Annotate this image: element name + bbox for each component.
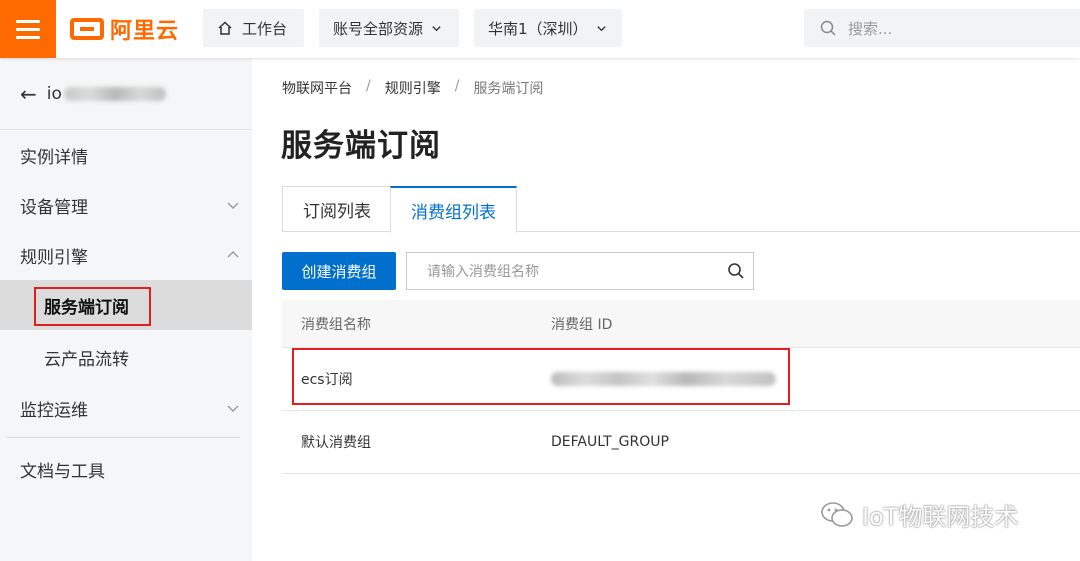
chevron-down-icon: [227, 405, 239, 412]
watermark-text: IoT物联网技术: [862, 503, 1019, 531]
table-header: 消费组名称 消费组 ID: [282, 300, 1080, 348]
menu-icon[interactable]: [0, 0, 56, 58]
consumer-group-search-input[interactable]: 请输入消费组名称: [406, 252, 754, 290]
sidebar: ← io 实例详情 设备管理 规则引擎 服务端订阅 云产品流转 监控运维 文档与…: [0, 58, 252, 561]
watermark: IoT物联网技术: [820, 497, 1018, 532]
sidebar-item-label: 监控运维: [20, 400, 88, 421]
chevron-down-icon: [432, 25, 441, 31]
workbench-label: 工作台: [242, 19, 288, 38]
divider: [6, 437, 240, 438]
sidebar-item-rule-engine[interactable]: 规则引擎: [0, 230, 252, 280]
global-search-input[interactable]: 搜索...: [804, 9, 1080, 47]
column-header-id: 消费组 ID: [551, 316, 613, 333]
logo-icon: [70, 18, 104, 40]
sidebar-item-monitoring[interactable]: 监控运维: [0, 383, 252, 433]
top-bar: 阿里云 工作台 账号全部资源 华南1（深圳） 搜索...: [0, 0, 1080, 58]
global-search-placeholder: 搜索...: [848, 19, 893, 38]
chevron-down-icon: [227, 202, 239, 209]
tab-subscription-list[interactable]: 订阅列表: [282, 186, 392, 232]
sidebar-item-data-forwarding[interactable]: 云产品流转: [0, 332, 252, 382]
column-header-name: 消费组名称: [301, 316, 371, 333]
search-icon[interactable]: [727, 262, 745, 280]
breadcrumb-separator: /: [366, 78, 371, 94]
back-arrow-icon: ←: [20, 81, 37, 106]
logo-text: 阿里云: [110, 19, 180, 44]
chevron-down-icon: [596, 25, 606, 31]
create-consumer-group-button[interactable]: 创建消费组: [282, 252, 396, 290]
workbench-button[interactable]: 工作台: [203, 9, 304, 47]
sidebar-item-label: 云产品流转: [44, 349, 129, 370]
sidebar-item-label: 文档与工具: [20, 461, 105, 482]
breadcrumb-current: 服务端订阅: [473, 81, 544, 97]
sidebar-item-label: 实例详情: [20, 147, 88, 168]
tab-label: 消费组列表: [411, 202, 496, 223]
search-icon: [820, 20, 836, 36]
region-label: 华南1（深圳）: [488, 19, 588, 38]
page-title: 服务端订阅: [281, 128, 441, 164]
sidebar-item-label: 规则引擎: [20, 247, 88, 268]
chevron-up-icon: [227, 251, 239, 258]
aliyun-logo[interactable]: 阿里云: [70, 14, 179, 44]
breadcrumb: 物联网平台 / 规则引擎 / 服务端订阅: [282, 78, 543, 98]
breadcrumb-item[interactable]: 规则引擎: [385, 78, 441, 98]
back-to-instance[interactable]: ← io: [0, 58, 252, 130]
highlight-box: [34, 287, 151, 326]
instance-name: io: [46, 83, 62, 104]
main-content: 物联网平台 / 规则引擎 / 服务端订阅 服务端订阅 订阅列表 消费组列表 创建…: [252, 58, 1080, 561]
group-name: 默认消费组: [301, 435, 371, 451]
resources-label: 账号全部资源: [333, 19, 424, 38]
resources-dropdown[interactable]: 账号全部资源: [319, 9, 459, 47]
tab-consumer-group-list[interactable]: 消费组列表: [390, 186, 517, 233]
sidebar-item-device-management[interactable]: 设备管理: [0, 180, 252, 230]
sidebar-item-instance-detail[interactable]: 实例详情: [0, 130, 252, 180]
breadcrumb-item[interactable]: 物联网平台: [282, 78, 352, 98]
home-icon: [218, 21, 232, 35]
group-id: DEFAULT_GROUP: [551, 434, 669, 450]
region-dropdown[interactable]: 华南1（深圳）: [474, 9, 622, 47]
sidebar-item-docs-tools[interactable]: 文档与工具: [0, 444, 252, 494]
wechat-icon: [821, 501, 853, 527]
tab-bar: 订阅列表 消费组列表: [282, 186, 1080, 233]
search-placeholder: 请输入消费组名称: [427, 264, 539, 280]
table-row[interactable]: 默认消费组 DEFAULT_GROUP: [282, 411, 1080, 474]
tab-label: 订阅列表: [303, 201, 371, 222]
highlight-box: [292, 348, 790, 405]
breadcrumb-separator: /: [454, 78, 460, 94]
sidebar-item-label: 设备管理: [20, 197, 88, 218]
instance-name-redacted: [63, 86, 166, 101]
